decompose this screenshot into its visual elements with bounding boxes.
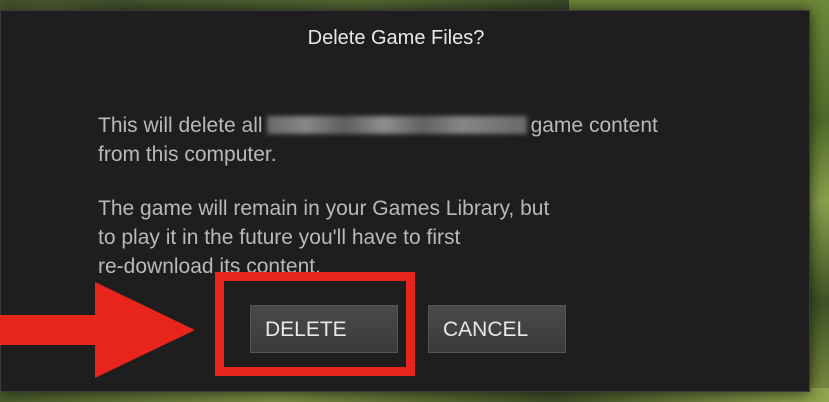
dialog-title: Delete Game Files?: [307, 27, 485, 49]
delete-highlight-box: [215, 272, 415, 376]
message-line-3: The game will remain in your Games Libra…: [98, 197, 550, 220]
redacted-game-name: [266, 116, 527, 134]
message-line-1-prefix: This will delete all: [98, 114, 263, 137]
message-line-2: from this computer.: [98, 143, 277, 166]
cancel-button[interactable]: CANCEL: [428, 305, 566, 353]
screen: Delete Game Files? This will delete all g…: [0, 0, 829, 402]
message-line-1: This will delete all game content: [98, 111, 658, 140]
red-arrow-icon: [0, 282, 195, 378]
message-line-1-suffix: game content: [530, 114, 658, 137]
message-line-4: to play it in the future you'll have to …: [98, 226, 461, 249]
